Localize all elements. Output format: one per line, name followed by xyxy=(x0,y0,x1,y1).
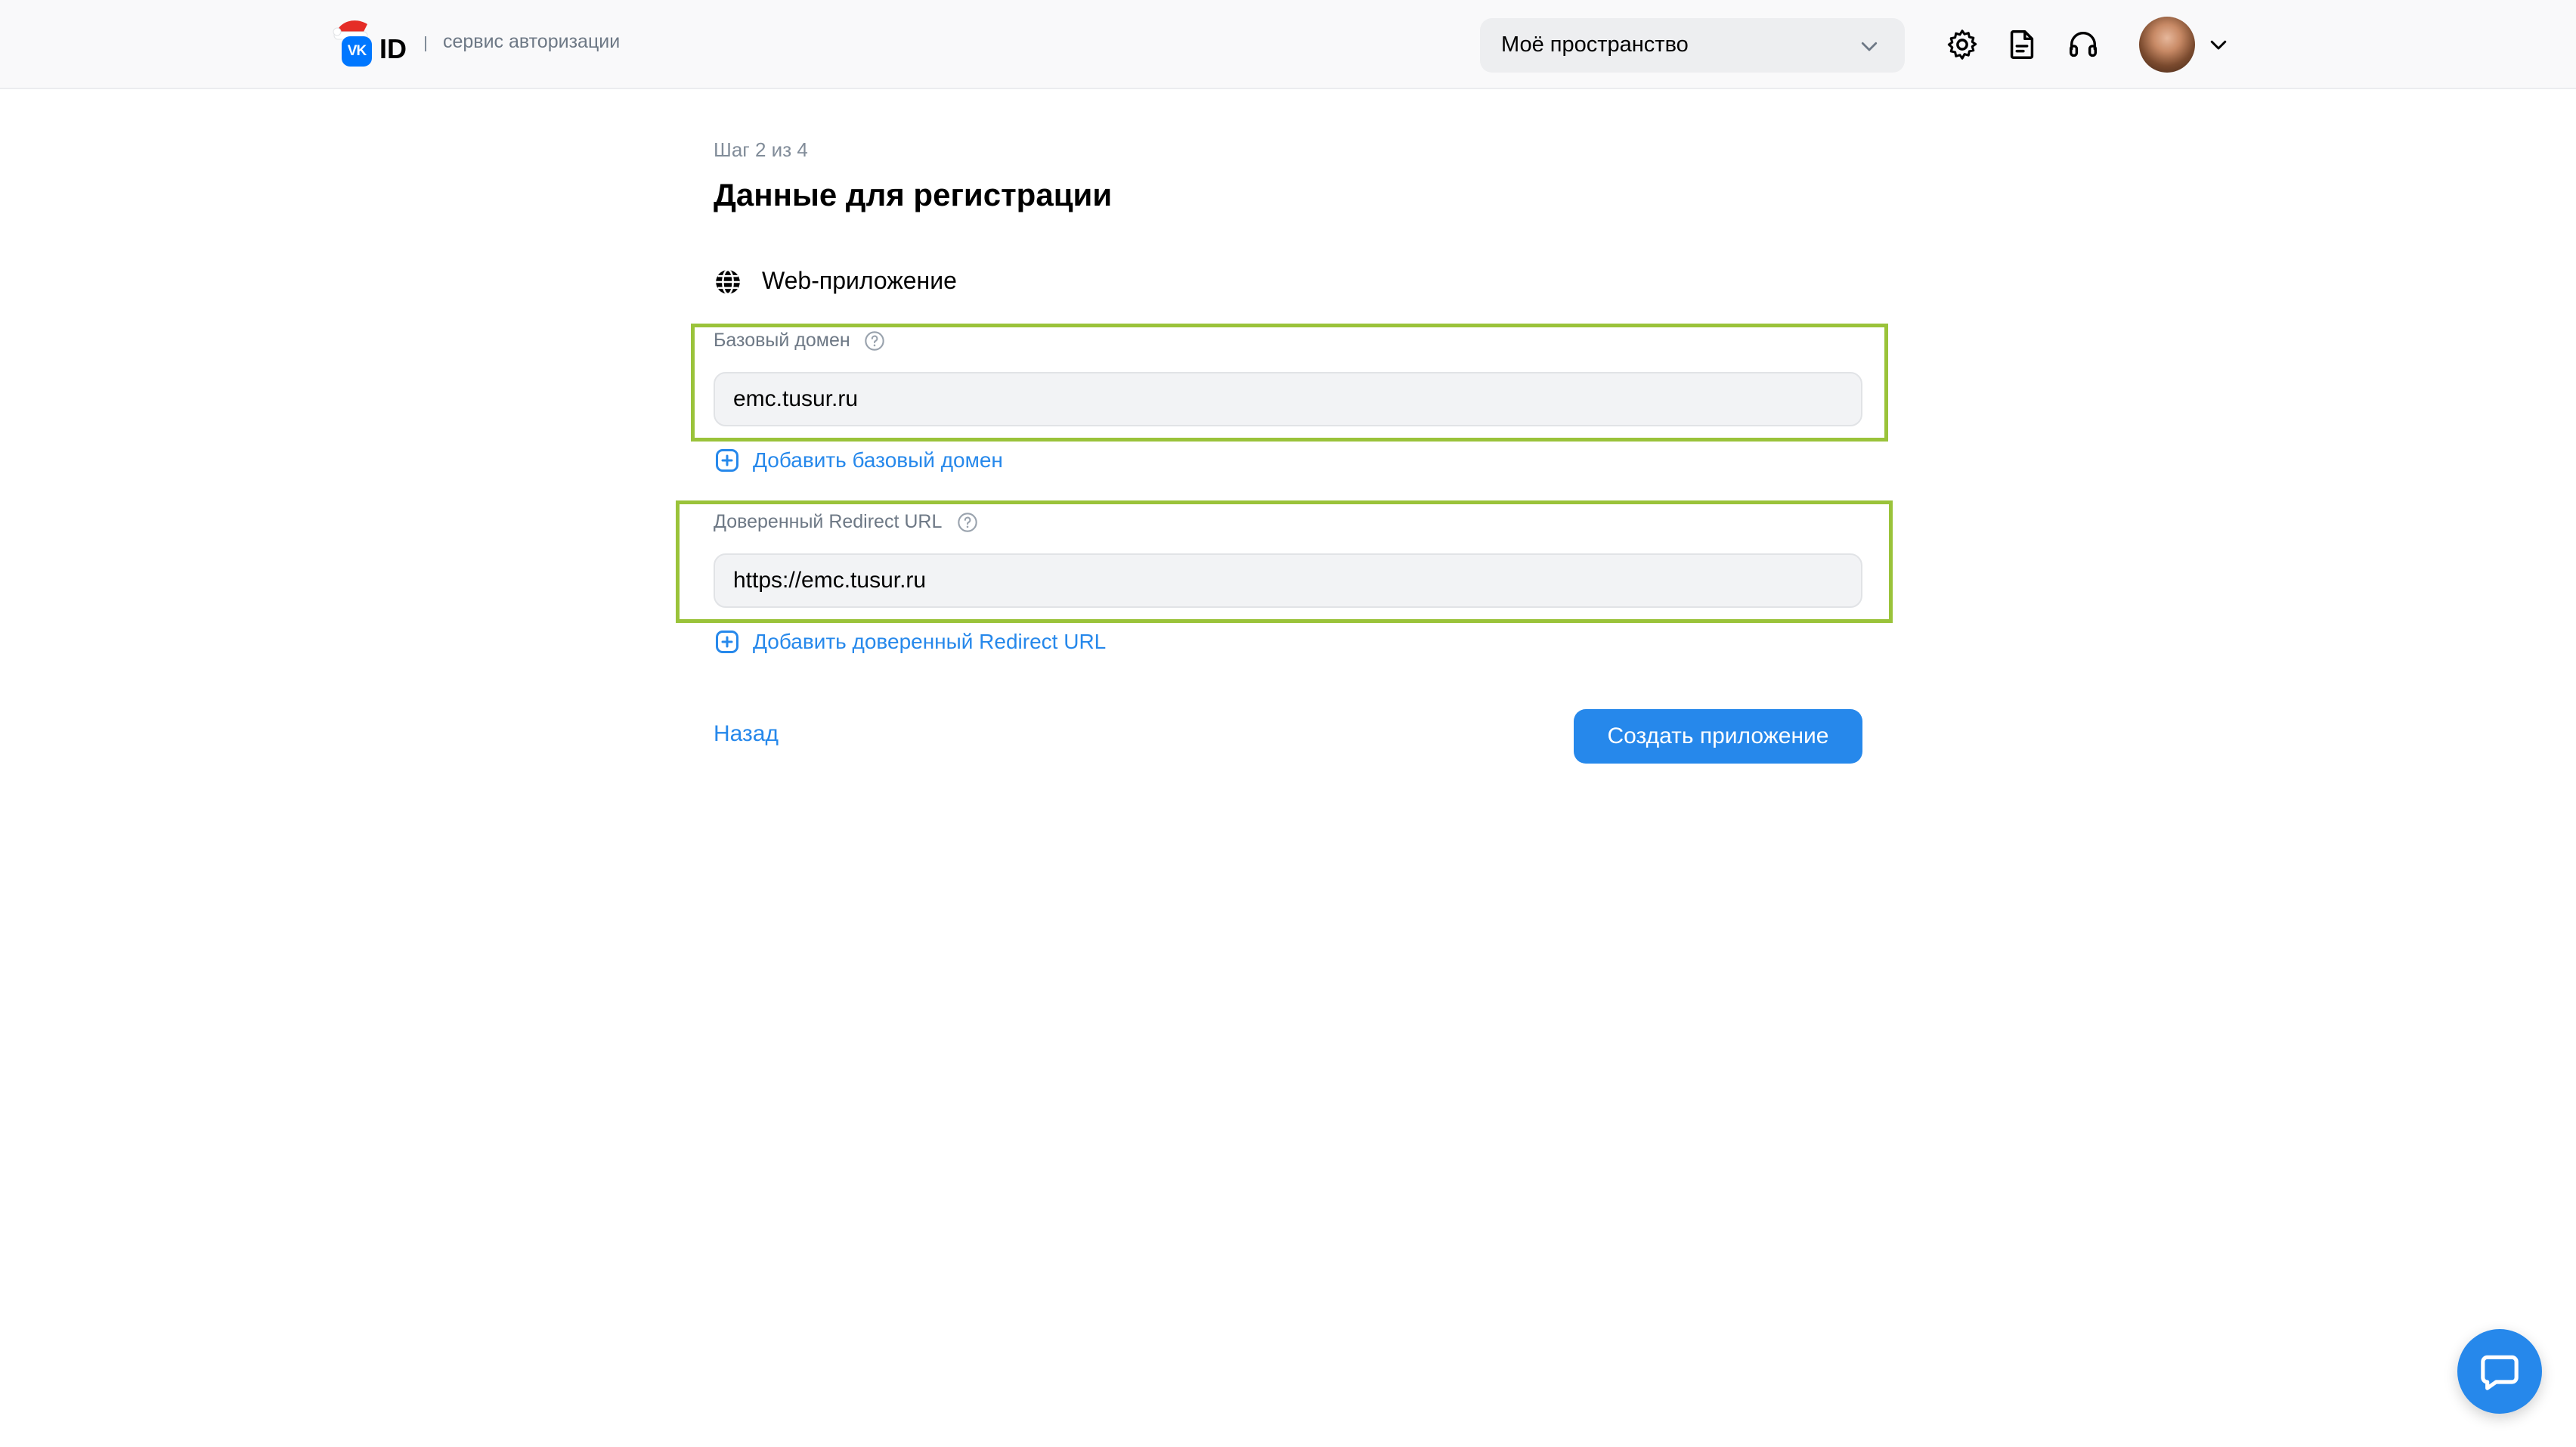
globe-icon xyxy=(716,268,740,296)
add-base-domain-link[interactable]: Добавить базовый домен xyxy=(714,445,1003,476)
avatar[interactable] xyxy=(2139,17,2195,73)
logo-divider xyxy=(425,36,426,51)
workspace-select[interactable]: Моё пространство xyxy=(1480,18,1905,73)
logo-id-text: ID xyxy=(379,33,407,64)
workspace-select-value: Моё пространство xyxy=(1501,33,1689,57)
plus-square-icon xyxy=(716,631,738,653)
add-base-domain-label: Добавить базовый домен xyxy=(753,448,1003,472)
vk-id-logo[interactable]: VK ID xyxy=(333,15,411,68)
back-link[interactable]: Назад xyxy=(714,721,779,747)
base-domain-label: Базовый домен xyxy=(714,330,850,351)
vk-logo-mark: VK xyxy=(342,36,372,67)
redirect-url-label: Доверенный Redirect URL xyxy=(714,511,943,532)
base-domain-input[interactable] xyxy=(714,372,1862,426)
document-icon[interactable] xyxy=(2005,27,2039,62)
add-redirect-url-link[interactable]: Добавить доверенный Redirect URL xyxy=(714,627,1106,657)
platform-label: Web-приложение xyxy=(762,267,957,294)
service-caption: сервис авторизации xyxy=(443,31,621,52)
page-title: Данные для регистрации xyxy=(714,177,1113,212)
redirect-url-input[interactable] xyxy=(714,553,1862,608)
step-indicator: Шаг 2 из 4 xyxy=(714,138,808,161)
chevron-down-icon xyxy=(1861,42,1878,51)
gear-icon[interactable] xyxy=(1945,27,1980,62)
help-icon[interactable] xyxy=(864,330,885,352)
chat-button[interactable] xyxy=(2457,1329,2542,1414)
chat-icon xyxy=(2481,1355,2519,1390)
chevron-down-icon[interactable] xyxy=(2207,33,2230,56)
help-icon[interactable] xyxy=(957,512,978,533)
create-app-button[interactable]: Создать приложение xyxy=(1574,709,1862,764)
plus-square-icon xyxy=(716,449,738,472)
add-redirect-url-label: Добавить доверенный Redirect URL xyxy=(753,630,1107,653)
headset-icon[interactable] xyxy=(2066,27,2101,62)
top-header: VK ID сервис авторизации Моё пространств… xyxy=(0,0,2576,89)
